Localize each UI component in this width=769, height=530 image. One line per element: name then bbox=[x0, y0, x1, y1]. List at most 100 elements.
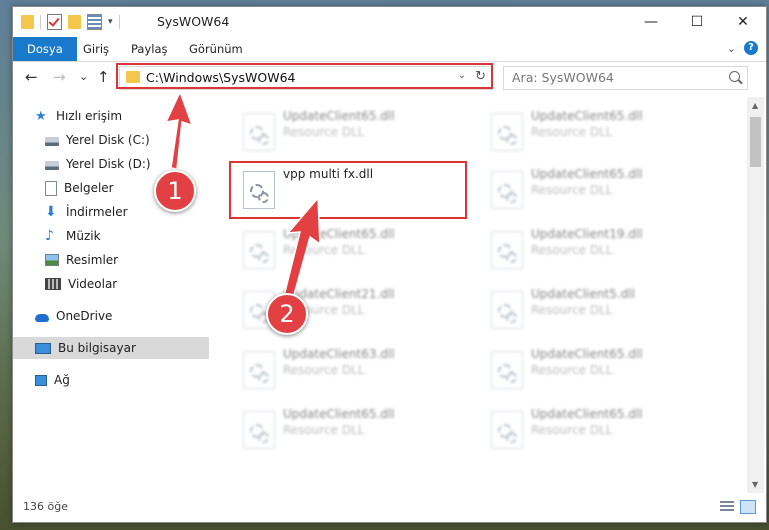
properties-check-icon[interactable] bbox=[47, 14, 62, 30]
file-item[interactable]: UpdateClient63.dll Resource DLL bbox=[235, 343, 465, 397]
tab-paylas[interactable]: Paylaş bbox=[131, 37, 168, 61]
address-highlight-box bbox=[116, 63, 493, 89]
sidebar-item-this-pc[interactable]: Bu bilgisayar bbox=[13, 337, 229, 359]
window-title: SysWOW64 bbox=[157, 14, 230, 29]
scroll-down-icon[interactable]: ▼ bbox=[752, 480, 758, 489]
file-item[interactable]: UpdateClient65.dll Resource DLL bbox=[235, 223, 465, 277]
details-view-icon[interactable] bbox=[720, 501, 734, 512]
file-name: UpdateClient65.dll bbox=[283, 227, 395, 241]
new-folder-icon[interactable] bbox=[68, 15, 81, 29]
dll-file-icon bbox=[491, 113, 523, 151]
file-item[interactable]: UpdateClient65.dll Resource DLL bbox=[483, 403, 713, 457]
dll-file-icon bbox=[243, 113, 275, 151]
network-icon bbox=[35, 374, 47, 386]
tab-dosya[interactable]: Dosya bbox=[13, 37, 77, 61]
file-type: Resource DLL bbox=[283, 423, 365, 437]
download-icon: ⬇ bbox=[45, 203, 57, 220]
scrollbar-thumb[interactable] bbox=[750, 117, 761, 167]
sidebar-item-quick-access[interactable]: ★ Hızlı erişim bbox=[13, 105, 229, 127]
sidebar-item-label: İndirmeler bbox=[66, 205, 128, 219]
star-icon: ★ bbox=[35, 108, 47, 124]
dll-file-icon bbox=[491, 411, 523, 449]
sidebar-item-network[interactable]: Ağ bbox=[13, 369, 229, 391]
ribbon-right: ⌄ ? bbox=[727, 41, 758, 55]
cloud-icon bbox=[35, 313, 49, 322]
toolbar-separator bbox=[40, 15, 41, 29]
disk-icon bbox=[45, 160, 59, 170]
sidebar-item-documents[interactable]: Belgeler 📌 bbox=[13, 177, 239, 199]
file-name: UpdateClient65.dll bbox=[283, 109, 395, 123]
folder-icon[interactable] bbox=[21, 15, 34, 29]
dll-file-icon bbox=[491, 291, 523, 329]
forward-button[interactable]: → bbox=[53, 68, 66, 86]
sidebar-item-label: Resimler bbox=[66, 253, 119, 267]
close-button[interactable]: ✕ bbox=[720, 7, 766, 37]
videos-icon bbox=[45, 278, 61, 290]
sidebar-item-local-disk-d[interactable]: Yerel Disk (D:) 📌 bbox=[13, 153, 239, 175]
properties-icon[interactable] bbox=[87, 14, 102, 30]
file-item[interactable]: UpdateClient19.dll Resource DLL bbox=[483, 223, 713, 277]
sidebar-item-label: Yerel Disk (D:) bbox=[66, 157, 151, 171]
item-count: 136 öğe bbox=[23, 500, 68, 513]
help-icon[interactable]: ? bbox=[744, 41, 758, 55]
quick-access-toolbar: ▾ bbox=[21, 14, 120, 30]
file-type: Resource DLL bbox=[531, 183, 613, 197]
file-item[interactable]: UpdateClient5.dll Resource DLL bbox=[483, 283, 713, 337]
minimize-button[interactable]: — bbox=[628, 7, 674, 37]
dll-file-icon bbox=[491, 351, 523, 389]
file-type: Resource DLL bbox=[283, 243, 365, 257]
vertical-scrollbar[interactable]: ▲ ▼ bbox=[747, 97, 764, 493]
title-bar: ▾ SysWOW64 — ☐ ✕ bbox=[13, 7, 766, 37]
dll-file-icon bbox=[243, 411, 275, 449]
music-icon: ♪ bbox=[45, 227, 54, 244]
search-icon[interactable] bbox=[729, 71, 740, 82]
navigation-pane: ★ Hızlı erişim Yerel Disk (C:) 📌 Yerel D… bbox=[13, 97, 235, 497]
tab-giris[interactable]: Giriş bbox=[83, 37, 109, 61]
sidebar-item-label: OneDrive bbox=[56, 309, 113, 323]
recent-locations-button[interactable]: ⌄ bbox=[79, 70, 88, 83]
file-name: UpdateClient65.dll bbox=[531, 109, 643, 123]
file-type: Resource DLL bbox=[531, 303, 613, 317]
maximize-button[interactable]: ☐ bbox=[674, 7, 720, 37]
dll-file-icon bbox=[243, 231, 275, 269]
sidebar-item-music[interactable]: ♪ Müzik 📌 bbox=[13, 225, 239, 247]
computer-icon bbox=[35, 342, 51, 354]
search-input[interactable]: Ara: SysWOW64 bbox=[512, 70, 614, 85]
file-name: UpdateClient65.dll bbox=[531, 347, 643, 361]
scroll-up-icon[interactable]: ▲ bbox=[752, 101, 758, 110]
dll-file-icon bbox=[243, 351, 275, 389]
sidebar-item-onedrive[interactable]: OneDrive bbox=[13, 305, 229, 327]
sidebar-item-pictures[interactable]: Resimler 📌 bbox=[13, 249, 239, 271]
up-button[interactable]: ↑ bbox=[97, 68, 110, 86]
sidebar-item-local-disk-c[interactable]: Yerel Disk (C:) 📌 bbox=[13, 129, 239, 151]
large-icons-view-icon[interactable] bbox=[740, 500, 756, 514]
file-name: UpdateClient5.dll bbox=[531, 287, 635, 301]
back-button[interactable]: ← bbox=[25, 68, 38, 86]
expand-ribbon-icon[interactable]: ⌄ bbox=[727, 42, 736, 55]
sidebar-item-videos[interactable]: Videolar 📌 bbox=[13, 273, 239, 295]
file-highlight-box bbox=[229, 161, 467, 219]
file-name: UpdateClient65.dll bbox=[283, 407, 395, 421]
sidebar-item-label: Videolar bbox=[68, 277, 118, 291]
status-bar: 136 öğe bbox=[13, 493, 766, 521]
file-item[interactable]: UpdateClient65.dll Resource DLL bbox=[235, 403, 465, 457]
file-item[interactable]: UpdateClient65.dll Resource DLL bbox=[483, 343, 713, 397]
toolbar-separator bbox=[118, 15, 120, 29]
sidebar-item-downloads[interactable]: ⬇ İndirmeler 📌 bbox=[13, 201, 239, 223]
search-box[interactable]: Ara: SysWOW64 bbox=[503, 66, 748, 90]
file-item[interactable]: UpdateClient65.dll Resource DLL bbox=[235, 105, 465, 159]
dll-file-icon bbox=[491, 171, 523, 209]
window-controls: — ☐ ✕ bbox=[628, 7, 766, 37]
tab-gorunum[interactable]: Görünüm bbox=[189, 37, 243, 61]
sidebar-item-label: Hızlı erişim bbox=[56, 109, 123, 123]
document-icon bbox=[45, 180, 57, 196]
customize-toolbar-icon[interactable]: ▾ bbox=[108, 17, 113, 27]
step-1-badge: 1 bbox=[154, 170, 196, 212]
file-item[interactable]: UpdateClient65.dll Resource DLL bbox=[483, 105, 713, 159]
file-item[interactable]: UpdateClient65.dll Resource DLL bbox=[483, 163, 713, 217]
file-type: Resource DLL bbox=[283, 363, 365, 377]
sidebar-item-label: Ağ bbox=[54, 373, 70, 387]
sidebar-item-label: Belgeler bbox=[64, 181, 114, 195]
pictures-icon bbox=[45, 254, 59, 266]
sidebar-item-label: Yerel Disk (C:) bbox=[66, 133, 150, 147]
